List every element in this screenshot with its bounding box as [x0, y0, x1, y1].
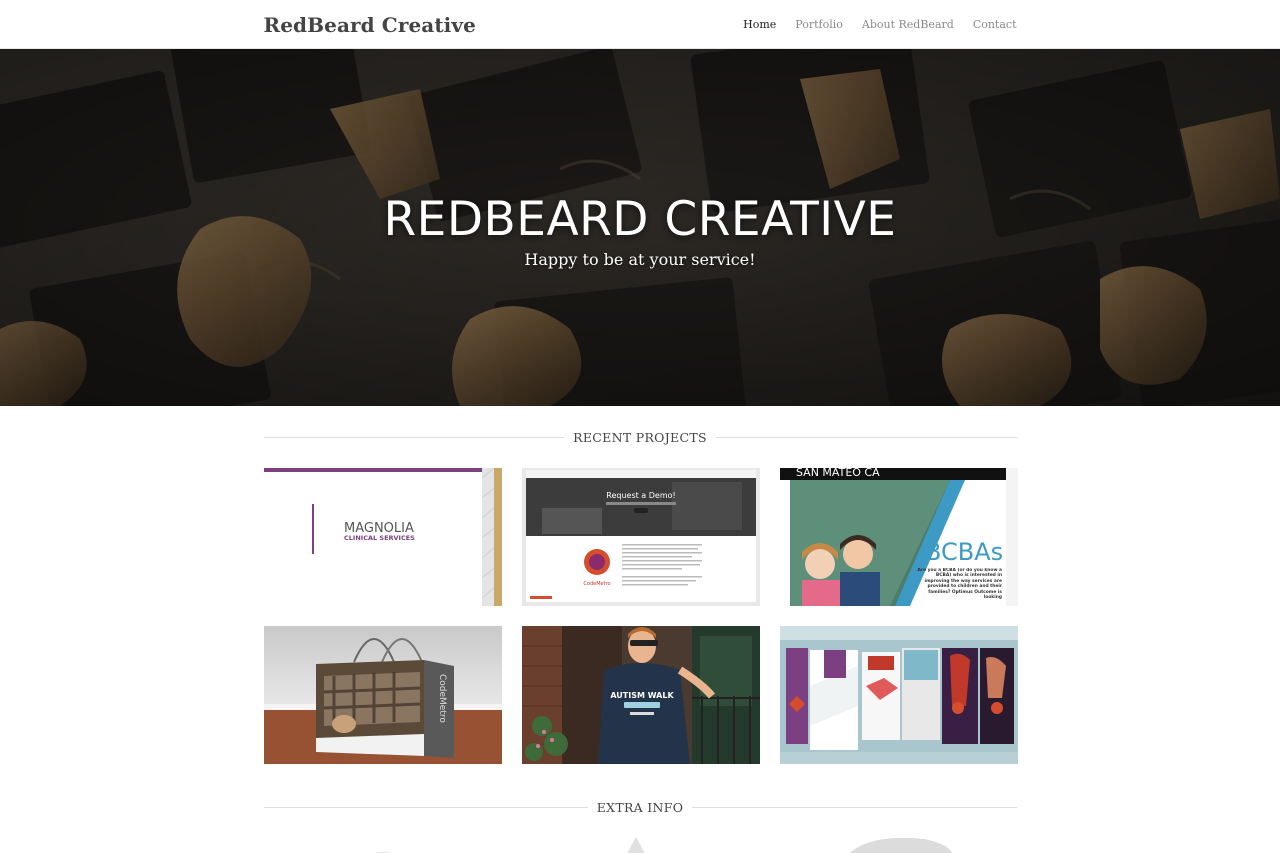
project-tile-tshirt[interactable]: AUTISM WALK	[521, 626, 760, 764]
nav-item-about[interactable]: About RedBeard	[862, 18, 954, 31]
project-tile-magnolia[interactable]: MAGNOLIA CLINICAL SERVICES	[263, 468, 502, 606]
bcba-title: BCBAs	[925, 538, 1003, 566]
hero-banner: REDBEARD CREATIVE Happy to be at your se…	[0, 49, 1280, 406]
shopping-bag-thumbnail: CodeMetro	[263, 626, 502, 764]
codemetro-site-thumbnail: Request a Demo! CodeMetro	[521, 468, 760, 606]
recent-projects-section: RECENT PROJECTS MAGNOLIA CLINICAL SERVIC…	[263, 427, 1018, 764]
extra-info-icons-preview	[374, 837, 952, 853]
codemetro-demo-text: Request a Demo!	[606, 491, 675, 500]
extra-info-heading: EXTRA INFO	[263, 797, 1017, 817]
hero-title: REDBEARD CREATIVE	[383, 192, 897, 247]
nav-item-portfolio[interactable]: Portfolio	[795, 18, 843, 31]
recent-projects-heading: RECENT PROJECTS	[263, 427, 1017, 447]
magnolia-subtitle: CLINICAL SERVICES	[344, 534, 415, 542]
bcba-thumbnail: SAN MATEO CA BCBAs Are you a BCBA (or do…	[779, 468, 1018, 606]
tshirt-thumbnail: AUTISM WALK	[521, 626, 760, 764]
project-tile-brochure[interactable]	[779, 626, 1018, 764]
projects-grid: MAGNOLIA CLINICAL SERVICES Request a Dem…	[263, 468, 1018, 764]
hero-subtitle: Happy to be at your service!	[524, 250, 756, 269]
magnolia-thumbnail: MAGNOLIA CLINICAL SERVICES	[263, 468, 502, 606]
site-brand[interactable]: RedBeard Creative	[264, 13, 476, 37]
main-nav: Home Portfolio About RedBeard Contact	[743, 18, 1016, 31]
project-tile-shopping-bag[interactable]: CodeMetro	[263, 626, 502, 764]
brochure-thumbnail	[779, 626, 1018, 764]
nav-item-home[interactable]: Home	[743, 18, 776, 31]
tshirt-print-text: AUTISM WALK	[610, 691, 674, 700]
bag-brand-text: CodeMetro	[437, 674, 447, 723]
site-header: RedBeard Creative Home Portfolio About R…	[0, 0, 1280, 49]
nav-item-contact[interactable]: Contact	[973, 18, 1017, 31]
project-tile-bcba[interactable]: SAN MATEO CA BCBAs Are you a BCBA (or do…	[779, 468, 1018, 606]
project-tile-codemetro-site[interactable]: Request a Demo! CodeMetro	[521, 468, 760, 606]
bcba-body-text: Are you a BCBA (or do you know a BCBA) w…	[917, 568, 1002, 601]
codemetro-logo-text: CodeMetro	[583, 581, 610, 587]
bcba-location-text: SAN MATEO CA	[796, 468, 880, 479]
extra-info-section: EXTRA INFO	[263, 797, 1017, 853]
